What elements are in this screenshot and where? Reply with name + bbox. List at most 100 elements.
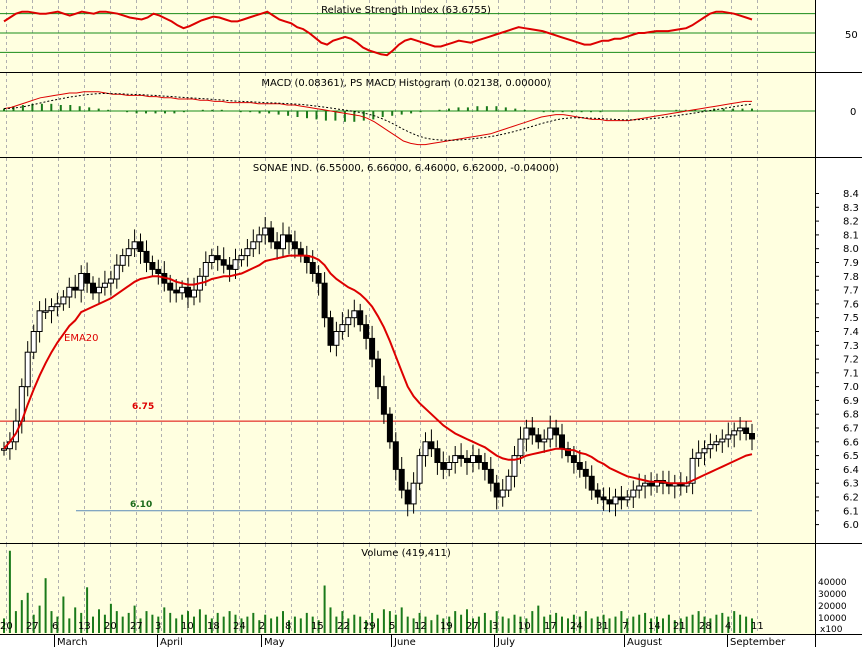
candle-body (404, 489, 411, 505)
date-tick-label: 11 (751, 621, 764, 632)
price-tick-label: 8.2 (843, 217, 859, 228)
candle-body (185, 286, 191, 298)
date-tick-label: 27 (26, 621, 39, 632)
date-tick-label: 6 (52, 621, 58, 632)
ema20-label: EMA20 (64, 333, 99, 344)
candle-body (517, 438, 524, 457)
line-610-label: 6.10 (130, 500, 152, 510)
candle-body (440, 462, 447, 470)
candle-body (286, 234, 292, 243)
candle-body (339, 324, 346, 333)
candle-body (297, 248, 304, 257)
candle-body (214, 255, 221, 261)
candle-body (612, 496, 619, 505)
candle-body (743, 427, 750, 434)
volume-title: Volume (419,411) (361, 548, 451, 559)
candle-body (191, 289, 197, 298)
candle-body (636, 485, 643, 491)
macd-title: MACD (0.08361), PS MACD Histogram (0.021… (261, 78, 550, 89)
line-675-label: 6.75 (132, 402, 154, 412)
candle-body (588, 475, 595, 491)
candle-body (606, 499, 613, 505)
candle-body (363, 324, 370, 339)
price-tick-label: 6.2 (843, 493, 859, 504)
candle-body (291, 241, 298, 250)
candle-body (333, 331, 340, 346)
candle-body (475, 455, 482, 464)
candle-body (434, 448, 441, 464)
candle-body (96, 286, 102, 294)
candle-body (725, 434, 732, 440)
date-tick-label: 3 (492, 621, 498, 632)
candle-body (541, 438, 548, 443)
candle-body (505, 475, 512, 491)
candle-body (48, 306, 55, 312)
date-tick-label: 29 (363, 621, 376, 632)
candle-body (256, 234, 263, 243)
date-tick-label: 4 (725, 621, 731, 632)
candle-body (470, 455, 476, 464)
date-tick-label: 13 (78, 621, 91, 632)
price-tick-label: 8.4 (843, 189, 859, 200)
candle-body (547, 427, 554, 440)
volume-tick-10000: 10000 (818, 614, 847, 624)
candle-body (119, 255, 126, 266)
date-tick-label: 27 (130, 621, 143, 632)
candle-body (570, 455, 577, 464)
rsi-title: Relative Strength Index (63.6755) (321, 5, 491, 16)
candle-body (315, 273, 322, 284)
candle-body (499, 489, 506, 498)
candle-body (452, 455, 459, 464)
date-tick-label: 2 (259, 621, 265, 632)
price-tick-label: 7.0 (843, 382, 859, 393)
price-tick-label: 6.8 (843, 410, 859, 421)
price-tick-label: 6.0 (843, 520, 859, 531)
candle-body (244, 248, 251, 257)
date-tick-label: 20 (0, 621, 13, 632)
candle-body (398, 468, 405, 491)
volume-tick-40000: 40000 (818, 578, 847, 588)
candle-body (529, 427, 536, 436)
rsi-tick-50: 50 (845, 30, 858, 41)
candle-body (422, 441, 429, 457)
candle-body (458, 455, 465, 459)
candle-body (208, 255, 215, 264)
candle-body (642, 482, 649, 487)
price-tick-label: 8.1 (843, 230, 859, 241)
price-tick-label: 6.3 (843, 479, 859, 490)
candle-body (357, 310, 364, 326)
date-tick-label: 7 (622, 621, 628, 632)
date-tick-label: 20 (104, 621, 117, 632)
price-tick-label: 7.7 (843, 286, 859, 297)
candle-body (84, 273, 91, 284)
candle-body (559, 434, 565, 450)
candle-body (464, 457, 470, 463)
candle-body (428, 441, 435, 450)
month-label: July (496, 637, 515, 647)
month-label: June (393, 637, 416, 647)
candle-body (90, 282, 96, 294)
candle-body (72, 286, 79, 291)
candle-body (250, 241, 257, 250)
macd-tick-0: 0 (850, 107, 856, 118)
candle-body (386, 413, 393, 443)
candle-body (137, 241, 144, 253)
candle-body (36, 310, 43, 332)
date-tick-label: 12 (414, 621, 427, 632)
candle-body (375, 358, 381, 388)
candle-body (731, 430, 738, 436)
candle-body (167, 282, 174, 291)
candle-body (582, 468, 589, 477)
candle-body (416, 455, 423, 484)
price-tick-label: 7.9 (843, 258, 859, 269)
candle-body (232, 259, 239, 270)
candle-body (624, 496, 631, 501)
price-tick-label: 6.1 (843, 506, 859, 517)
date-tick-label: 24 (233, 621, 246, 632)
candle-body (600, 496, 607, 501)
candle-body (131, 241, 138, 250)
price-tick-label: 7.1 (843, 368, 859, 379)
candle-body (66, 286, 73, 298)
candle-body (268, 227, 275, 243)
candle-body (410, 482, 417, 505)
